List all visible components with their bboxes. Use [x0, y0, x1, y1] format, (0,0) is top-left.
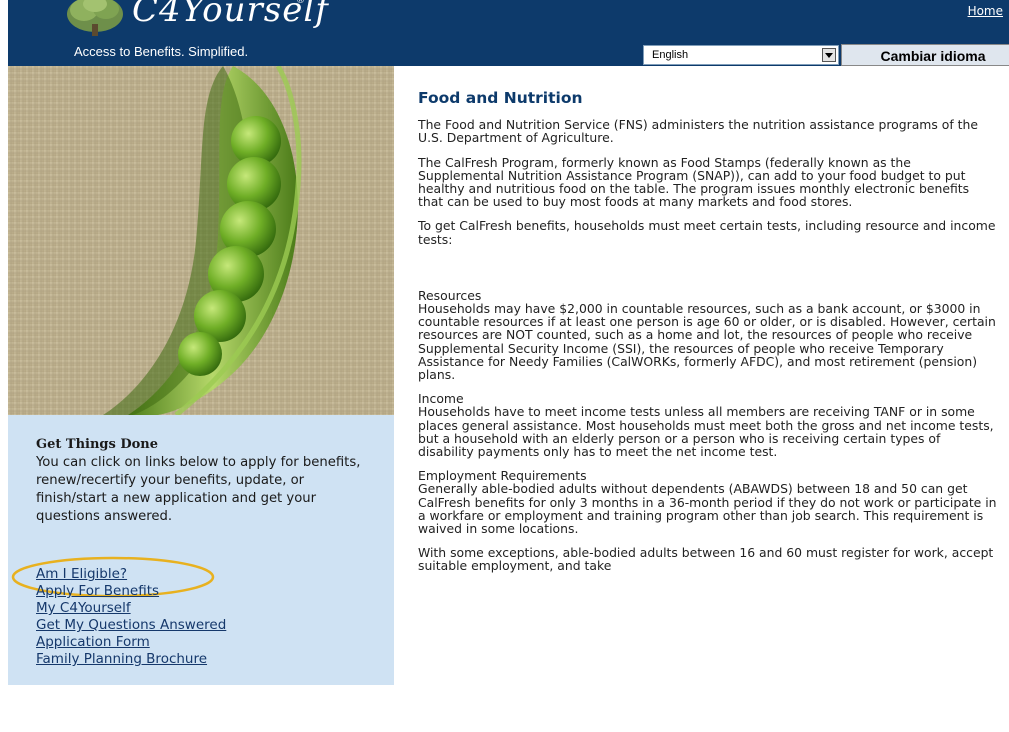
- pea-pod-illustration: [8, 66, 394, 415]
- employment-paragraph: Generally able-bodied adults without dep…: [418, 481, 997, 537]
- get-questions-answered-link[interactable]: Get My Questions Answered: [36, 617, 226, 634]
- tests-paragraph: To get CalFresh benefits, households mus…: [418, 218, 996, 247]
- intro-paragraph: The Food and Nutrition Service (FNS) adm…: [418, 117, 978, 146]
- language-select[interactable]: English: [643, 45, 839, 65]
- apply-for-benefits-link[interactable]: Apply For Benefits: [36, 583, 226, 600]
- registered-mark: ®: [296, 0, 305, 6]
- main-content: Food and Nutrition The Food and Nutritio…: [418, 89, 998, 584]
- panel-description: You can click on links below to apply fo…: [36, 455, 361, 524]
- am-i-eligible-link[interactable]: Am I Eligible?: [36, 566, 226, 583]
- panel-title: Get Things Done: [36, 437, 159, 452]
- family-planning-brochure-link[interactable]: Family Planning Brochure: [36, 651, 226, 668]
- calfresh-paragraph: The CalFresh Program, formerly known as …: [418, 154, 970, 210]
- application-form-link[interactable]: Application Form: [36, 634, 226, 651]
- site-header: C4Yourself ® Access to Benefits. Simplif…: [8, 0, 1009, 66]
- pea-pod-image: [8, 66, 394, 415]
- exceptions-paragraph: With some exceptions, able-bodied adults…: [418, 545, 994, 574]
- page-title: Food and Nutrition: [418, 89, 583, 107]
- my-c4yourself-link[interactable]: My C4Yourself: [36, 600, 226, 617]
- tree-logo-icon: [67, 0, 123, 36]
- get-things-done-panel: Get Things Done You can click on links b…: [8, 415, 394, 685]
- page-left-margin: [0, 0, 8, 732]
- benefit-links: Am I Eligible? Apply For Benefits My C4Y…: [36, 566, 226, 668]
- income-paragraph: Households have to meet income tests unl…: [418, 404, 994, 460]
- language-select-value: English: [652, 49, 689, 61]
- home-link[interactable]: Home: [968, 4, 1003, 18]
- resources-paragraph: Households may have $2,000 in countable …: [418, 301, 996, 383]
- chevron-down-icon[interactable]: [822, 48, 836, 62]
- site-logo[interactable]: C4Yourself ®: [62, 0, 328, 40]
- tagline: Access to Benefits. Simplified.: [74, 44, 249, 59]
- change-language-button[interactable]: Cambiar idioma: [841, 44, 1009, 66]
